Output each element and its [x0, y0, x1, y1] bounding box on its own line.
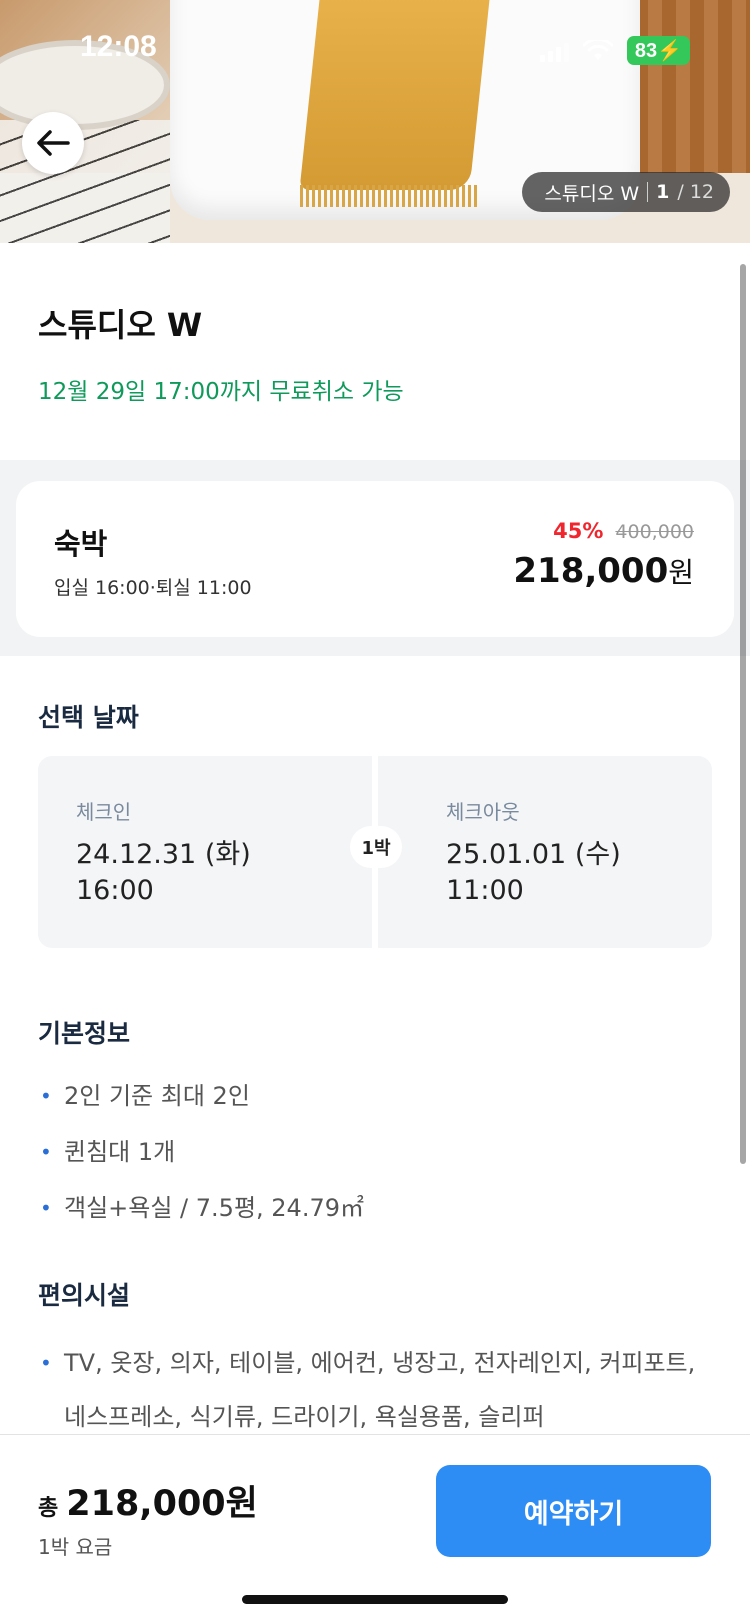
room-title: 스튜디오 W — [38, 306, 203, 344]
free-cancel-info: 12월 29일 17:00까지 무료취소 가능 — [38, 379, 404, 405]
total-amount: 218,000원 — [66, 1484, 258, 1524]
wifi-icon — [582, 39, 613, 60]
list-item: 2인 기준 최대 2인 — [38, 1068, 364, 1124]
basic-info-title: 기본정보 — [38, 1019, 131, 1048]
date-selector[interactable]: 체크인 24.12.31 (화) 16:00 체크아웃 25.01.01 (수)… — [38, 756, 712, 948]
photo-index: 1 — [656, 181, 670, 203]
amenities-title: 편의시설 — [38, 1281, 131, 1310]
signal-icon — [539, 40, 569, 62]
photo-total-wrap: / 12 — [677, 181, 714, 203]
book-button[interactable]: 예약하기 — [436, 1465, 711, 1557]
list-item: 객실+욕실 / 7.5평, 24.79㎡ — [38, 1180, 364, 1236]
sale-price: 218,000원 — [513, 551, 694, 591]
discount-rate: 45% — [553, 519, 604, 543]
stay-type: 숙박 — [54, 527, 108, 561]
checkout-label: 체크아웃 — [446, 800, 520, 824]
photo-counter: 스튜디오 W 1 / 12 — [522, 172, 730, 212]
booking-bar: 총 218,000원 1박 요금 예약하기 — [0, 1434, 750, 1623]
counter-divider — [647, 182, 649, 202]
status-icons: 83⚡ — [539, 36, 690, 65]
throw-fringe — [300, 185, 480, 207]
status-time: 12:08 — [80, 30, 157, 63]
scrollbar[interactable] — [740, 264, 746, 1164]
checkout-column[interactable]: 체크아웃 25.01.01 (수) 11:00 — [446, 796, 621, 909]
amenities-list: TV, 옷장, 의자, 테이블, 에어컨, 냉장고, 전자레인지, 커피포트, … — [38, 1336, 718, 1444]
discount-row: 45% 400,000 — [553, 519, 694, 543]
nights-badge: 1박 — [350, 826, 402, 868]
back-button[interactable] — [22, 112, 84, 174]
checkin-date: 24.12.31 (화) — [76, 839, 251, 870]
stay-times: 입실 16:00·퇴실 11:00 — [54, 577, 252, 599]
checkout-date: 25.01.01 (수) — [446, 839, 621, 870]
home-indicator[interactable] — [242, 1595, 508, 1604]
photo-room-label: 스튜디오 W — [544, 182, 640, 205]
currency: 원 — [668, 556, 694, 589]
total-price: 총 218,000원 — [38, 1475, 258, 1526]
battery-level: 83 — [634, 40, 658, 62]
total-prefix: 총 — [38, 1496, 59, 1521]
list-item: 퀸침대 1개 — [38, 1124, 364, 1180]
arrow-left-icon — [37, 130, 70, 156]
price-card: 숙박 입실 16:00·퇴실 11:00 45% 400,000 218,000… — [16, 481, 734, 637]
selected-dates-title: 선택 날짜 — [38, 703, 139, 732]
checkin-label: 체크인 — [76, 800, 132, 824]
basic-info-list: 2인 기준 최대 2인 퀸침대 1개 객실+욕실 / 7.5평, 24.79㎡ — [38, 1068, 364, 1236]
checkout-time: 11:00 — [446, 875, 524, 906]
checkin-column[interactable]: 체크인 24.12.31 (화) 16:00 — [76, 796, 251, 909]
photo-total: 12 — [689, 181, 714, 203]
per-night-label: 1박 요금 — [38, 1535, 113, 1559]
original-price: 400,000 — [615, 521, 694, 543]
battery-indicator: 83⚡ — [626, 36, 690, 65]
sale-price-value: 218,000 — [513, 551, 669, 591]
checkin-time: 16:00 — [76, 875, 154, 906]
yellow-throw — [299, 0, 491, 190]
